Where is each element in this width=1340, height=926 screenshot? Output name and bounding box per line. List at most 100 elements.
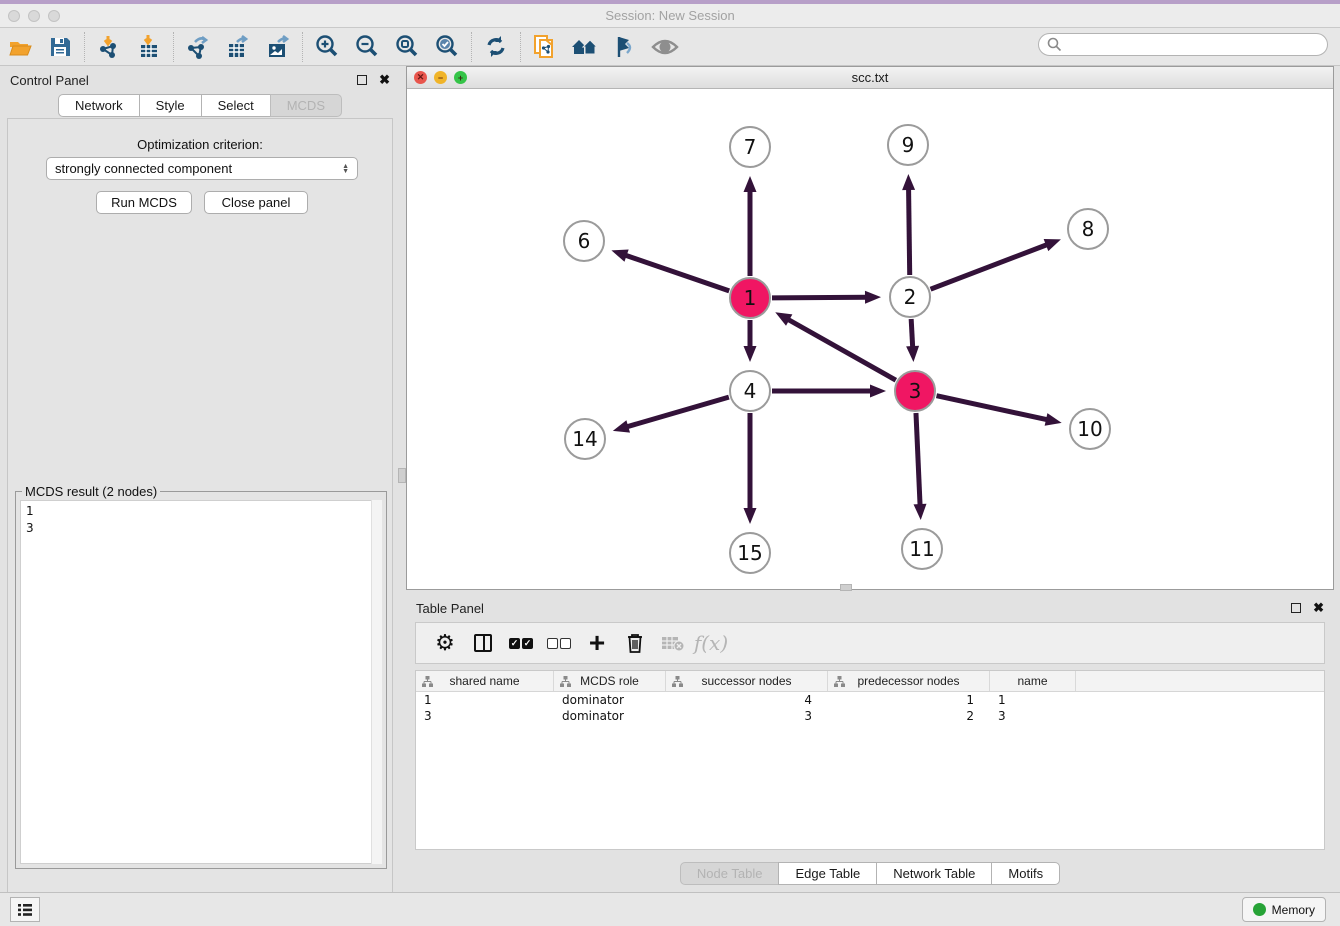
- node-8[interactable]: 8: [1067, 208, 1109, 250]
- column-header-MCDS-role[interactable]: MCDS role: [554, 671, 666, 691]
- network-view-window: ✕ − + scc.txt 7 9 6 8 1 2 4 3 14 10 15 11: [406, 66, 1334, 590]
- zoom-in-icon[interactable]: [307, 31, 347, 63]
- close-panel-icon[interactable]: ✖: [379, 75, 390, 85]
- hide-labels-icon[interactable]: [605, 31, 645, 63]
- horizontal-split-handle[interactable]: [840, 584, 852, 591]
- node-table[interactable]: shared nameMCDS rolesuccessor nodesprede…: [415, 670, 1325, 850]
- node-11[interactable]: 11: [901, 528, 943, 570]
- select-all-icon[interactable]: ✓✓: [502, 628, 540, 658]
- deselect-all-icon[interactable]: [540, 628, 578, 658]
- table-cell[interactable]: 3: [666, 709, 828, 723]
- memory-status-icon: [1253, 903, 1266, 916]
- column-visibility-icon[interactable]: [464, 628, 502, 658]
- edge-3-10[interactable]: [936, 396, 1048, 420]
- control-tab-select[interactable]: Select: [201, 94, 271, 117]
- arrowhead-2-8: [1044, 239, 1061, 251]
- column-header-shared-name[interactable]: shared name: [416, 671, 554, 691]
- table-cell[interactable]: 1: [828, 693, 990, 707]
- column-header-name[interactable]: name: [990, 671, 1076, 691]
- node-14[interactable]: 14: [564, 418, 606, 460]
- toolbar-separator: [302, 32, 303, 62]
- arrowhead-1-2: [865, 291, 881, 304]
- edge-2-3[interactable]: [911, 319, 913, 349]
- memory-button[interactable]: Memory: [1242, 897, 1326, 922]
- save-session-icon[interactable]: [40, 31, 80, 63]
- table-row[interactable]: 3dominator323: [416, 708, 1324, 724]
- table-panel-title: Table Panel: [416, 601, 484, 616]
- close-table-panel-icon[interactable]: ✖: [1313, 603, 1324, 613]
- edge-1-6[interactable]: [624, 255, 729, 291]
- import-network-icon[interactable]: [89, 31, 129, 63]
- edge-3-1[interactable]: [787, 319, 896, 381]
- home-icon[interactable]: [565, 31, 605, 63]
- node-15[interactable]: 15: [729, 532, 771, 574]
- network-canvas[interactable]: 7 9 6 8 1 2 4 3 14 10 15 11: [407, 89, 1333, 589]
- node-4[interactable]: 4: [729, 370, 771, 412]
- show-graphics-details-icon[interactable]: [645, 31, 685, 63]
- delete-column-icon[interactable]: [616, 628, 654, 658]
- control-tab-style[interactable]: Style: [139, 94, 202, 117]
- edge-2-8[interactable]: [931, 244, 1049, 289]
- zoom-out-icon[interactable]: [347, 31, 387, 63]
- table-tabs: Node TableEdge TableNetwork TableMotifs: [406, 862, 1334, 885]
- export-network-icon[interactable]: [178, 31, 218, 63]
- close-panel-button[interactable]: Close panel: [204, 191, 308, 214]
- search-input[interactable]: [1067, 35, 1327, 54]
- mcds-result-text[interactable]: 1 3: [20, 500, 382, 864]
- arrowhead-3-11: [914, 504, 927, 520]
- table-cell[interactable]: 1: [416, 693, 554, 707]
- arrowhead-1-4: [744, 346, 757, 362]
- apply-layout-icon[interactable]: [476, 31, 516, 63]
- search-box[interactable]: [1038, 33, 1328, 56]
- edge-1-2[interactable]: [772, 297, 868, 298]
- table-cell[interactable]: 3: [416, 709, 554, 723]
- table-cell[interactable]: 2: [828, 709, 990, 723]
- table-tab-network-table[interactable]: Network Table: [876, 862, 992, 885]
- run-mcds-button[interactable]: Run MCDS: [96, 191, 192, 214]
- edge-4-14[interactable]: [625, 397, 729, 427]
- node-10[interactable]: 10: [1069, 408, 1111, 450]
- node-7[interactable]: 7: [729, 126, 771, 168]
- column-header-successor-nodes[interactable]: successor nodes: [666, 671, 828, 691]
- node-3[interactable]: 3: [894, 370, 936, 412]
- zoom-fit-icon[interactable]: [387, 31, 427, 63]
- control-panel-title: Control Panel: [10, 73, 89, 88]
- settings-gear-icon[interactable]: ⚙: [426, 628, 464, 658]
- column-header-predecessor-nodes[interactable]: predecessor nodes: [828, 671, 990, 691]
- node-6[interactable]: 6: [563, 220, 605, 262]
- export-table-icon[interactable]: [218, 31, 258, 63]
- float-table-panel-icon[interactable]: [1291, 603, 1301, 613]
- optimization-criterion-select[interactable]: strongly connected component ▲▼: [46, 157, 358, 180]
- control-tab-network[interactable]: Network: [58, 94, 140, 117]
- table-cell[interactable]: dominator: [554, 709, 666, 723]
- arrowhead-3-10: [1045, 413, 1062, 426]
- table-row[interactable]: 1dominator411: [416, 692, 1324, 708]
- import-table-icon[interactable]: [129, 31, 169, 63]
- table-tab-edge-table[interactable]: Edge Table: [778, 862, 877, 885]
- export-image-icon[interactable]: [258, 31, 298, 63]
- table-cell[interactable]: 1: [990, 693, 1076, 707]
- arrowhead-4-14: [613, 420, 630, 432]
- add-column-icon[interactable]: +: [578, 628, 616, 658]
- task-manager-button[interactable]: [10, 897, 40, 922]
- open-session-icon[interactable]: [0, 31, 40, 63]
- node-2[interactable]: 2: [889, 276, 931, 318]
- table-cell[interactable]: 3: [990, 709, 1076, 723]
- node-9[interactable]: 9: [887, 124, 929, 166]
- edge-2-9[interactable]: [909, 187, 910, 275]
- table-cell[interactable]: dominator: [554, 693, 666, 707]
- task-list-icon: [17, 903, 33, 917]
- clone-network-icon[interactable]: [525, 31, 565, 63]
- network-window-titlebar[interactable]: ✕ − + scc.txt: [407, 67, 1333, 89]
- result-scrollbar[interactable]: [371, 500, 382, 864]
- table-tab-motifs[interactable]: Motifs: [991, 862, 1060, 885]
- control-tab-mcds[interactable]: MCDS: [270, 94, 342, 117]
- table-cell[interactable]: 4: [666, 693, 828, 707]
- node-1[interactable]: 1: [729, 277, 771, 319]
- column-tree-icon: [422, 676, 433, 687]
- edge-3-11[interactable]: [916, 413, 920, 507]
- vertical-split-handle[interactable]: [398, 468, 406, 483]
- table-tab-node-table[interactable]: Node Table: [680, 862, 780, 885]
- zoom-selected-icon[interactable]: [427, 31, 467, 63]
- float-panel-icon[interactable]: [357, 75, 367, 85]
